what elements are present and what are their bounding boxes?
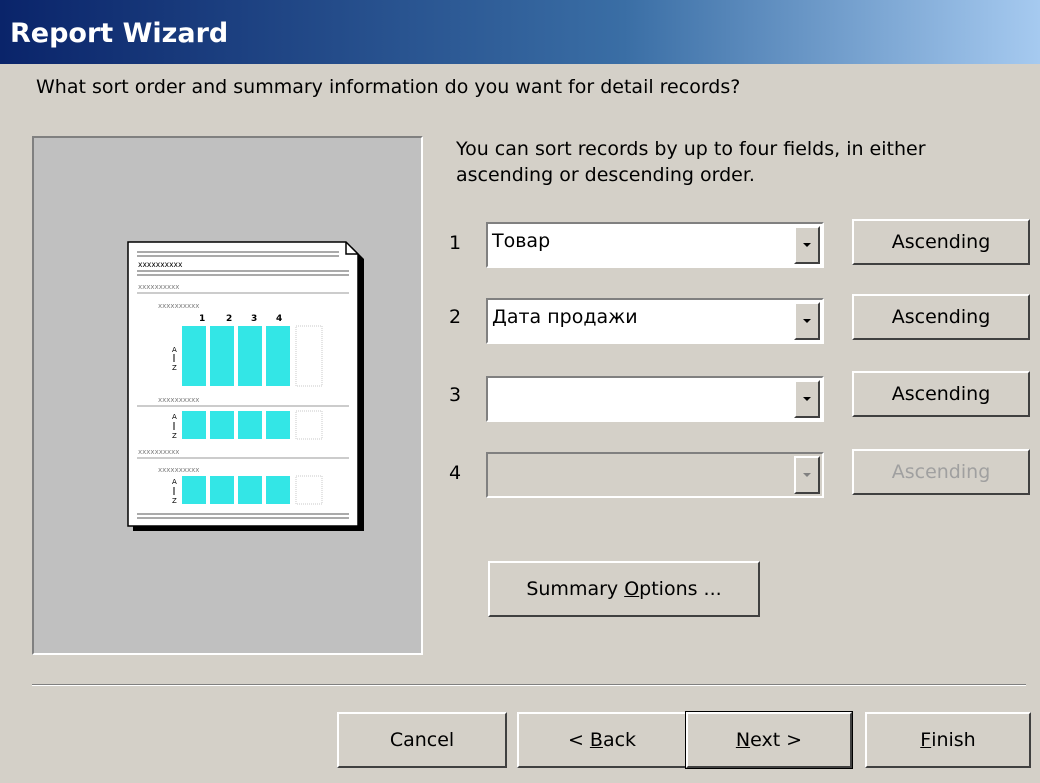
- preview-group-label: xxxxxxxxxx: [138, 283, 179, 291]
- cancel-button[interactable]: Cancel: [337, 712, 507, 768]
- wizard-question: What sort order and summary information …: [36, 76, 741, 98]
- sort-order-3-button[interactable]: Ascending: [852, 371, 1030, 417]
- preview-sort-a-1: A: [172, 346, 177, 354]
- footer-separator: [32, 684, 1026, 686]
- sort-field-3-combo[interactable]: [486, 376, 824, 422]
- sort-row-2-number: 2: [449, 306, 462, 328]
- preview-column-3: 3: [251, 314, 257, 324]
- sort-field-2-value: Дата продажи: [492, 306, 638, 328]
- finish-mnemonic: F: [920, 729, 932, 751]
- preview-sort-a-2: A: [172, 413, 177, 421]
- title-bar: Report Wizard: [0, 0, 1040, 64]
- sort-row-3-number: 3: [449, 384, 462, 406]
- sort-field-2-combo[interactable]: Дата продажи: [486, 298, 824, 344]
- back-button[interactable]: < Back: [517, 712, 687, 768]
- back-mnemonic: B: [589, 729, 603, 751]
- chevron-down-icon[interactable]: [794, 380, 820, 418]
- preview-sort-z-3: Z: [172, 497, 177, 505]
- preview-sort-z-1: Z: [172, 364, 177, 372]
- preview-column-2: 2: [226, 314, 232, 324]
- chevron-down-icon[interactable]: [794, 226, 820, 264]
- finish-label-post: inish: [931, 729, 976, 751]
- sort-field-4-combo: [486, 452, 824, 498]
- sort-field-1-combo[interactable]: Товар: [486, 222, 824, 268]
- chevron-down-icon: [794, 456, 820, 494]
- preview-report-title: xxxxxxxxxx: [138, 260, 183, 269]
- preview-subgroup-label-2: xxxxxxxxxx: [158, 396, 199, 404]
- report-preview-panel: xxxxxxxxxx xxxxxxxxxx xxxxxxxxxx 1 2 3 4…: [32, 136, 423, 655]
- preview-column-4: 4: [276, 314, 282, 324]
- preview-sort-a-3: A: [172, 478, 177, 486]
- sort-order-2-button[interactable]: Ascending: [852, 294, 1030, 340]
- sort-order-1-button[interactable]: Ascending: [852, 219, 1030, 265]
- sort-instructions: You can sort records by up to four field…: [456, 138, 926, 186]
- finish-button[interactable]: Finish: [865, 712, 1031, 768]
- back-label-post: ack: [602, 729, 637, 751]
- preview-group-label-2: xxxxxxxxxx: [138, 448, 179, 456]
- summary-options-mnemonic: O: [624, 578, 640, 600]
- summary-options-button[interactable]: Summary Options ...: [488, 561, 760, 617]
- next-button[interactable]: Next >: [685, 711, 853, 769]
- next-mnemonic: N: [735, 729, 751, 751]
- preview-column-1: 1: [199, 314, 205, 324]
- window-title: Report Wizard: [10, 18, 229, 49]
- preview-subgroup-label-3: xxxxxxxxxx: [158, 466, 199, 474]
- chevron-down-icon[interactable]: [794, 302, 820, 340]
- summary-options-label-pre: Summary: [526, 578, 625, 600]
- preview-subgroup-label: xxxxxxxxxx: [158, 302, 199, 310]
- next-label-post: ext >: [750, 729, 803, 751]
- summary-options-label-post: ptions ...: [639, 578, 722, 600]
- preview-sort-z-2: Z: [172, 432, 177, 440]
- sort-row-4-number: 4: [449, 462, 462, 484]
- report-preview-image: xxxxxxxxxx xxxxxxxxxx xxxxxxxxxx 1 2 3 4…: [127, 241, 364, 531]
- sort-field-1-value: Товар: [492, 230, 551, 252]
- back-label-pre: <: [567, 729, 590, 751]
- sort-row-1-number: 1: [449, 232, 462, 254]
- sort-order-4-button: Ascending: [852, 449, 1030, 495]
